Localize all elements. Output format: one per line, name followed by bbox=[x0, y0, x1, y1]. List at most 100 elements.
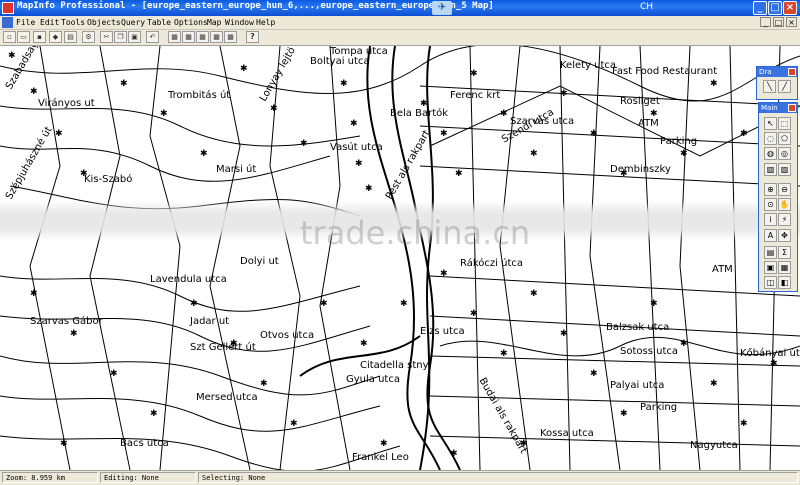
map-label: Palyai utca bbox=[610, 380, 665, 391]
minimize-button[interactable]: _ bbox=[753, 1, 767, 15]
main-palette-title[interactable]: Main bbox=[759, 103, 797, 113]
boundary-select-icon[interactable]: ◍ bbox=[764, 147, 777, 160]
drawing-palette-close-icon[interactable] bbox=[788, 68, 796, 76]
main-palette[interactable]: Main ↖ ⬚ ◌ ⬠ ◍ ◎ ▧ ▨ ⊕ ⊖ ⊙ ✋ i ⚡ A ✥ ▤ Σ… bbox=[758, 102, 798, 292]
map-label: Kossa utca bbox=[540, 428, 594, 439]
drawing-palette[interactable]: Dra ╲ ╱ bbox=[756, 66, 798, 100]
menu-options[interactable]: Options bbox=[174, 16, 208, 29]
statistics-icon[interactable]: ▦ bbox=[778, 261, 791, 274]
label-icon[interactable]: A bbox=[764, 229, 777, 242]
svg-text:✱: ✱ bbox=[710, 79, 718, 89]
document-icon[interactable] bbox=[2, 17, 13, 28]
svg-text:✱: ✱ bbox=[470, 69, 478, 79]
new-icon[interactable]: ▫ bbox=[3, 31, 16, 43]
zoom-in-icon[interactable]: ⊕ bbox=[764, 183, 777, 196]
mdi-minimize-button[interactable]: _ bbox=[760, 17, 771, 27]
ruler-icon[interactable]: Σ bbox=[778, 246, 791, 259]
select-arrow-icon[interactable]: ↖ bbox=[764, 117, 777, 130]
svg-text:✱: ✱ bbox=[360, 339, 368, 349]
svg-text:✱: ✱ bbox=[30, 87, 38, 97]
drawing-palette-title[interactable]: Dra bbox=[757, 67, 797, 77]
graph-select-icon[interactable]: ▨ bbox=[778, 163, 791, 176]
menu-edit[interactable]: Edit bbox=[40, 16, 59, 29]
svg-text:✱: ✱ bbox=[60, 439, 68, 449]
map-label: ATM bbox=[712, 264, 733, 275]
save-workspace-icon[interactable]: ◆ bbox=[49, 31, 62, 43]
map-label: Bela Bartók bbox=[390, 108, 449, 119]
mdi-close-button[interactable]: × bbox=[786, 17, 797, 27]
maximize-button[interactable]: □ bbox=[768, 1, 782, 15]
mapinfo-app-icon[interactable] bbox=[2, 2, 14, 14]
paste-icon[interactable]: ▣ bbox=[128, 31, 141, 43]
svg-text:✱: ✱ bbox=[450, 449, 458, 459]
menu-window[interactable]: Window bbox=[225, 16, 254, 29]
map-label: Kelety utca bbox=[560, 60, 617, 71]
menu-table[interactable]: Table bbox=[147, 16, 171, 29]
svg-text:✱: ✱ bbox=[500, 109, 508, 119]
svg-text:✱: ✱ bbox=[150, 409, 158, 419]
map-label: Frankel Leo bbox=[352, 452, 409, 463]
grabber-hand-icon[interactable]: ✋ bbox=[778, 198, 791, 211]
menu-query[interactable]: Query bbox=[121, 16, 145, 29]
new-graph-icon[interactable]: ▦ bbox=[196, 31, 209, 43]
svg-text:✱: ✱ bbox=[8, 51, 16, 61]
open-icon[interactable]: ▭ bbox=[17, 31, 30, 43]
undo-icon[interactable]: ↶ bbox=[146, 31, 159, 43]
svg-text:✱: ✱ bbox=[560, 329, 568, 339]
layer-control-icon[interactable]: ▤ bbox=[764, 246, 777, 259]
help-pointer-icon[interactable]: ? bbox=[246, 31, 259, 43]
main-palette-close-icon[interactable] bbox=[788, 104, 796, 112]
hotlink-icon[interactable]: ⚡ bbox=[778, 213, 791, 226]
set-clip-icon[interactable]: ◧ bbox=[778, 276, 791, 289]
zoom-out-icon[interactable]: ⊖ bbox=[778, 183, 791, 196]
radius-select-icon[interactable]: ◌ bbox=[764, 132, 777, 145]
svg-text:✱: ✱ bbox=[350, 119, 358, 129]
svg-text:✱: ✱ bbox=[365, 184, 373, 194]
mdi-restore-button[interactable]: □ bbox=[773, 17, 784, 27]
svg-text:✱: ✱ bbox=[440, 129, 448, 139]
selecting-status[interactable]: Selecting: None bbox=[198, 472, 798, 483]
new-redistrict-icon[interactable]: ▦ bbox=[224, 31, 237, 43]
map-label: ATM bbox=[638, 118, 659, 129]
svg-text:✱: ✱ bbox=[710, 379, 718, 389]
language-indicator[interactable]: CH bbox=[640, 2, 653, 14]
editing-status[interactable]: Editing: None bbox=[100, 472, 196, 483]
menu-file[interactable]: File bbox=[16, 16, 35, 29]
new-browser-icon[interactable]: ▦ bbox=[168, 31, 181, 43]
clip-region-icon[interactable]: ◫ bbox=[764, 276, 777, 289]
menu-tools[interactable]: Tools bbox=[61, 16, 85, 29]
map-label: Vasút utca bbox=[330, 142, 383, 153]
polyline-tool-icon[interactable]: ╱ bbox=[778, 80, 791, 93]
change-view-icon[interactable]: ⊙ bbox=[764, 198, 777, 211]
svg-text:✱: ✱ bbox=[770, 359, 778, 369]
new-layout-icon[interactable]: ▦ bbox=[210, 31, 223, 43]
menu-help[interactable]: Help bbox=[256, 16, 275, 29]
legend-icon[interactable]: ▣ bbox=[764, 261, 777, 274]
svg-text:✱: ✱ bbox=[190, 299, 198, 309]
svg-text:✱: ✱ bbox=[530, 289, 538, 299]
save-icon[interactable]: ▪ bbox=[33, 31, 46, 43]
map-label: Jadar ut bbox=[190, 316, 230, 327]
svg-text:✱: ✱ bbox=[590, 369, 598, 379]
svg-text:✱: ✱ bbox=[530, 149, 538, 159]
menu-objects[interactable]: Objects bbox=[87, 16, 121, 29]
drag-map-icon[interactable]: ✥ bbox=[778, 229, 791, 242]
close-button[interactable]: × bbox=[783, 1, 797, 15]
menu-map[interactable]: Map bbox=[207, 16, 221, 29]
invert-select-icon[interactable]: ▧ bbox=[764, 163, 777, 176]
svg-text:✱: ✱ bbox=[70, 329, 78, 339]
watermark-text: trade.china.cn bbox=[300, 214, 531, 252]
new-map-icon[interactable]: ▦ bbox=[182, 31, 195, 43]
zoom-status[interactable]: Zoom: 8.959 km bbox=[2, 472, 98, 483]
polygon-select-icon[interactable]: ⬠ bbox=[778, 132, 791, 145]
marquee-select-icon[interactable]: ⬚ bbox=[778, 117, 791, 130]
print-icon[interactable]: ▤ bbox=[64, 31, 77, 43]
cut-icon[interactable]: ✂ bbox=[100, 31, 113, 43]
svg-text:✱: ✱ bbox=[340, 79, 348, 89]
info-icon[interactable]: i bbox=[764, 213, 777, 226]
map-window[interactable]: ✱ ✱ ✱ ✱ ✱ ✱ ✱ ✱ ✱ ✱ ✱ ✱ ✱ ✱ ✱ ✱ ✱ ✱ ✱ ✱ ✱ ✱ ✱ ✱ ✱ ✱ ✱ ✱ ✱ ✱ … bbox=[0, 46, 800, 470]
unselect-icon[interactable]: ◎ bbox=[778, 147, 791, 160]
copy-icon[interactable]: ❐ bbox=[114, 31, 127, 43]
print-setup-icon[interactable]: ⚙ bbox=[82, 31, 95, 43]
line-tool-icon[interactable]: ╲ bbox=[763, 80, 776, 93]
